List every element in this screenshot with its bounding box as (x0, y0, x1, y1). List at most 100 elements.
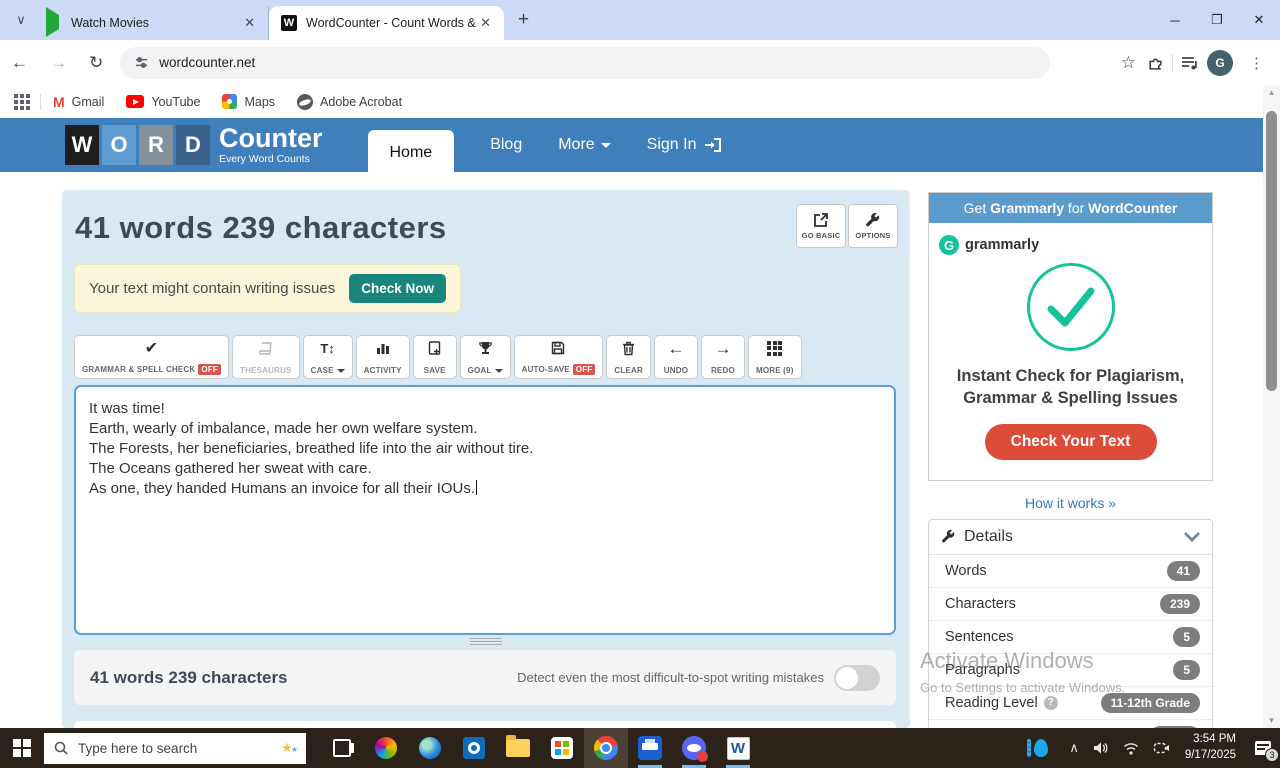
bookmark-acrobat[interactable]: Adobe Acrobat (297, 93, 402, 110)
scroll-up-icon[interactable]: ▲ (1263, 85, 1280, 100)
tray-date: 9/17/2025 (1184, 749, 1236, 761)
tab-title: Watch Movies (71, 16, 150, 30)
grammarly-ad-header: Get Grammarly for WordCounter (929, 193, 1212, 223)
windows-logo-icon (13, 739, 31, 757)
nav-more[interactable]: More (558, 136, 611, 154)
bookmark-maps[interactable]: Maps (222, 94, 275, 109)
clear-button[interactable]: CLEAR (606, 335, 651, 379)
forward-icon[interactable]: → (39, 53, 78, 73)
tab-close-icon[interactable]: ✕ (241, 15, 258, 31)
restore-button[interactable]: ❐ (1196, 0, 1238, 40)
printer-app-button[interactable] (628, 728, 672, 768)
task-view-button[interactable] (320, 728, 364, 768)
grammarly-ad[interactable]: Get Grammarly for WordCounter G grammarl… (928, 192, 1213, 481)
store-button[interactable] (540, 728, 584, 768)
notification-center-button[interactable]: 3 (1246, 728, 1280, 768)
scrollbar-thumb[interactable] (1266, 111, 1277, 391)
text-cursor (476, 480, 478, 495)
editor-line: The Forests, her beneficiaries, breathed… (89, 440, 534, 457)
tab-search-chevron-icon[interactable]: ∨ (8, 7, 34, 33)
grammar-spell-check-button[interactable]: ✔ GRAMMAR & SPELL CHECK OFF (74, 335, 229, 379)
bookmark-youtube[interactable]: YouTube (126, 95, 200, 109)
site-settings-icon[interactable] (134, 55, 149, 70)
copilot-button[interactable] (364, 728, 408, 768)
wifi-icon[interactable] (1123, 742, 1139, 755)
start-button[interactable] (0, 728, 44, 768)
off-badge: OFF (198, 364, 221, 375)
undo-button[interactable]: ← UNDO (653, 335, 698, 379)
volume-icon[interactable] (1093, 741, 1109, 755)
options-button[interactable]: OPTIONS (848, 204, 898, 248)
new-tab-button[interactable]: + (518, 9, 529, 31)
nav-home[interactable]: Home (367, 130, 455, 184)
go-basic-button[interactable]: GO BASIC (796, 204, 846, 248)
bookmarks-bar: M Gmail YouTube Maps Adobe Acrobat (0, 85, 1280, 118)
tray-chevron-icon[interactable]: ∧ (1069, 740, 1079, 756)
system-tray: ∧ 3:54 PM 9/17/2025 3 (1027, 728, 1280, 768)
camera-tray-icon[interactable] (1153, 741, 1170, 755)
check-circle-icon (1026, 263, 1115, 351)
auto-save-button[interactable]: AUTO-SAVE OFF (513, 335, 604, 379)
details-header[interactable]: Details (929, 520, 1212, 555)
resize-handle[interactable] (470, 638, 502, 645)
bookmark-gmail[interactable]: M Gmail (53, 94, 104, 110)
how-it-works-link[interactable]: How it works » (928, 495, 1213, 511)
more-button[interactable]: MORE (9) (747, 335, 802, 379)
grammarly-brand: grammarly (965, 237, 1040, 253)
tab-watch-movies[interactable]: Watch Movies ✕ (34, 6, 269, 40)
back-icon[interactable]: ← (0, 53, 39, 73)
word-button[interactable]: W (716, 728, 760, 768)
check-your-text-button[interactable]: Check Your Text (984, 423, 1157, 460)
outlook-button[interactable] (452, 728, 496, 768)
off-badge: OFF (572, 364, 596, 375)
editor-line: The Oceans gathered her sweat with care. (89, 460, 372, 477)
apps-grid-icon[interactable] (14, 93, 30, 110)
activity-button[interactable]: ACTIVITY (355, 335, 410, 379)
value-badge: 5 (1173, 659, 1200, 680)
acrobat-icon (297, 93, 314, 110)
goal-button[interactable]: GOAL (459, 335, 511, 379)
nav-blog[interactable]: Blog (490, 136, 522, 154)
details-row-sentences: Sentences 5 (929, 621, 1212, 654)
weather-icon[interactable] (1027, 739, 1049, 757)
chevron-down-icon (336, 368, 345, 373)
main-panel: 41 words 239 characters GO BASIC OPTIONS… (62, 190, 910, 735)
tab-wordcounter[interactable]: W WordCounter - Count Words & ✕ (269, 6, 504, 40)
reload-icon[interactable]: ↻ (78, 53, 114, 73)
bookmark-star-icon[interactable]: ☆ (1110, 53, 1147, 73)
case-button[interactable]: T↕ CASE (302, 335, 353, 379)
chevron-down-icon[interactable] (1184, 532, 1200, 542)
profile-avatar[interactable]: G (1207, 49, 1233, 76)
save-button[interactable]: SAVE (412, 335, 457, 379)
grammarly-headline: Instant Check for Plagiarism, Grammar & … (956, 367, 1185, 408)
close-button[interactable]: ✕ (1238, 0, 1280, 40)
floppy-icon (551, 340, 565, 356)
tab-close-icon[interactable]: ✕ (477, 15, 494, 31)
minimize-button[interactable]: ─ (1154, 0, 1196, 40)
scroll-down-icon[interactable]: ▼ (1263, 713, 1280, 728)
thesaurus-button[interactable]: THESAURUS (232, 335, 300, 379)
notification-count: 3 (1265, 748, 1279, 762)
chrome-button[interactable] (584, 728, 628, 768)
help-icon[interactable]: ? (1043, 695, 1058, 710)
extensions-icon[interactable] (1147, 54, 1164, 71)
nav-signin[interactable]: Sign In (647, 136, 723, 154)
file-explorer-button[interactable] (496, 728, 540, 768)
media-controls-icon[interactable] (1181, 55, 1199, 71)
footer-count: 41 words 239 characters (90, 667, 288, 687)
word-icon: W (726, 736, 750, 760)
edge-button[interactable] (408, 728, 452, 768)
wordcounter-logo[interactable]: W O R D Counter Every Word Counts (65, 125, 323, 165)
logo-name: Counter (219, 123, 323, 154)
page-scrollbar[interactable]: ▲ ▼ (1263, 85, 1280, 728)
taskbar-search[interactable]: Type here to search ★★ (44, 732, 306, 764)
check-now-button[interactable]: Check Now (349, 274, 447, 303)
redo-button[interactable]: → REDO (700, 335, 745, 379)
discord-button[interactable] (672, 728, 716, 768)
browser-titlebar: ∨ Watch Movies ✕ W WordCounter - Count W… (0, 0, 1280, 40)
text-editor[interactable]: It was time! Earth, wearly of imbalance,… (74, 385, 896, 635)
clock[interactable]: 3:54 PM 9/17/2025 (1185, 732, 1236, 763)
url-field[interactable]: wordcounter.net (120, 46, 1051, 79)
browser-menu-icon[interactable]: ⋮ (1241, 54, 1272, 72)
detect-toggle[interactable] (834, 664, 880, 691)
